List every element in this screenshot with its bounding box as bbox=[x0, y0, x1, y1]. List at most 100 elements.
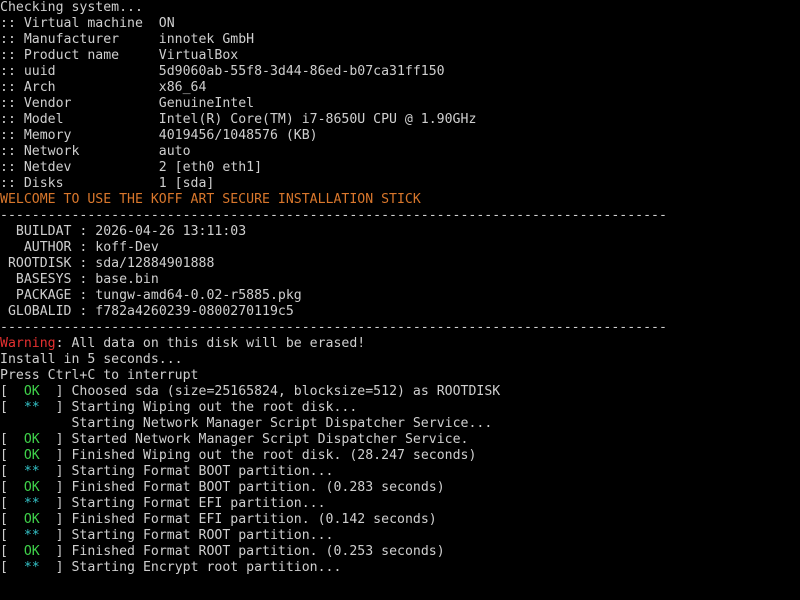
status-ok-badge: OK bbox=[15, 480, 48, 495]
build-info-separator: : bbox=[71, 304, 96, 319]
build-info-value: 2026-04-26 13:11:03 bbox=[95, 224, 247, 239]
system-info-row: :: uuid 5d9060ab-55f8-3d44-86ed-b07ca31f… bbox=[0, 64, 800, 80]
system-info-value: 2 [eth0 eth1] bbox=[158, 160, 263, 175]
warning-line: Warning: All data on this disk will be e… bbox=[0, 336, 800, 352]
log-line: [ OK ] Choosed sda (size=25165824, block… bbox=[0, 384, 800, 400]
system-info-value: 1 [sda] bbox=[158, 176, 215, 191]
build-info-value: base.bin bbox=[95, 272, 159, 287]
log-line: [ OK ] Started Network Manager Script Di… bbox=[0, 432, 800, 448]
log-text: Starting Network Manager Script Dispatch… bbox=[71, 416, 493, 431]
system-info-row: :: Vendor GenuineIntel bbox=[0, 96, 800, 112]
status-bracket-close: ] bbox=[47, 512, 72, 527]
status-bracket-close: ] bbox=[47, 480, 72, 495]
system-info-value: ON bbox=[158, 16, 175, 31]
status-bracket-close: ] bbox=[47, 464, 72, 479]
system-info-value: x86_64 bbox=[158, 80, 207, 95]
log-line: [ ** ] Starting Format EFI partition... bbox=[0, 496, 800, 512]
status-bracket-close: ] bbox=[47, 448, 72, 463]
welcome-banner: WELCOME TO USE THE KOFF ART SECURE INSTA… bbox=[0, 192, 421, 207]
build-info-separator: : bbox=[71, 288, 96, 303]
status-bracket-open: [ bbox=[0, 496, 16, 511]
log-line: [ ** ] Starting Format ROOT partition... bbox=[0, 528, 800, 544]
status-bracket-open: [ bbox=[0, 512, 16, 527]
system-info-key: :: Virtual machine bbox=[0, 16, 159, 31]
system-info-block: :: Virtual machine ON:: Manufacturer inn… bbox=[0, 16, 800, 192]
status-bracket-open: [ bbox=[0, 464, 16, 479]
log-text: Finished Format EFI partition. (0.142 se… bbox=[71, 512, 437, 527]
system-info-value: 4019456/1048576 (KB) bbox=[158, 128, 318, 143]
log-text: Starting Wiping out the root disk... bbox=[71, 400, 358, 415]
log-line: Starting Network Manager Script Dispatch… bbox=[0, 416, 800, 432]
status-bracket-close: ] bbox=[47, 400, 72, 415]
status-bracket-close: ] bbox=[47, 432, 72, 447]
system-info-row: :: Network auto bbox=[0, 144, 800, 160]
install-log: [ OK ] Choosed sda (size=25165824, block… bbox=[0, 384, 800, 576]
status-bracket-open: [ bbox=[0, 432, 16, 447]
system-info-row: :: Arch x86_64 bbox=[0, 80, 800, 96]
status-progress-badge: ** bbox=[15, 560, 48, 575]
build-info-separator: : bbox=[71, 240, 96, 255]
status-bracket-close: ] bbox=[47, 496, 72, 511]
system-info-row: :: Model Intel(R) Core(TM) i7-8650U CPU … bbox=[0, 112, 800, 128]
system-info-row: :: Product name VirtualBox bbox=[0, 48, 800, 64]
status-progress-badge: ** bbox=[15, 400, 48, 415]
status-bracket-open: [ bbox=[0, 480, 16, 495]
system-info-key: :: Network bbox=[0, 144, 159, 159]
system-info-value: Intel(R) Core(TM) i7-8650U CPU @ 1.90GHz bbox=[158, 112, 477, 127]
status-ok-badge: OK bbox=[15, 544, 48, 559]
build-info-separator: : bbox=[71, 256, 96, 271]
build-info-block: BUILDAT : 2026-04-26 13:11:03 AUTHOR : k… bbox=[0, 224, 800, 320]
log-text: Finished Format ROOT partition. (0.253 s… bbox=[71, 544, 445, 559]
log-line: [ OK ] Finished Wiping out the root disk… bbox=[0, 448, 800, 464]
log-text: Starting Encrypt root partition... bbox=[71, 560, 342, 575]
log-line: [ OK ] Finished Format ROOT partition. (… bbox=[0, 544, 800, 560]
status-ok-badge: OK bbox=[15, 512, 48, 527]
system-info-row: :: Disks 1 [sda] bbox=[0, 176, 800, 192]
build-info-row: PACKAGE : tungw-amd64-0.02-r5885.pkg bbox=[0, 288, 800, 304]
system-info-key: :: Manufacturer bbox=[0, 32, 159, 47]
system-info-row: :: Memory 4019456/1048576 (KB) bbox=[0, 128, 800, 144]
separator-top: ----------------------------------------… bbox=[0, 208, 667, 223]
warning-label: Warning bbox=[0, 336, 56, 351]
status-progress-badge: ** bbox=[15, 528, 48, 543]
log-line: [ ** ] Starting Encrypt root partition..… bbox=[0, 560, 800, 576]
build-info-value: f782a4260239-0800270119c5 bbox=[95, 304, 294, 319]
status-bracket-close: ] bbox=[47, 544, 72, 559]
log-text: Finished Wiping out the root disk. (28.2… bbox=[71, 448, 477, 463]
log-line: [ ** ] Starting Format BOOT partition... bbox=[0, 464, 800, 480]
build-info-value: tungw-amd64-0.02-r5885.pkg bbox=[95, 288, 302, 303]
build-info-row: AUTHOR : koff-Dev bbox=[0, 240, 800, 256]
build-info-row: GLOBALID : f782a4260239-0800270119c5 bbox=[0, 304, 800, 320]
system-info-row: :: Manufacturer innotek GmbH bbox=[0, 32, 800, 48]
build-info-value: sda/12884901888 bbox=[95, 256, 215, 271]
log-text: Starting Format EFI partition... bbox=[71, 496, 326, 511]
status-bracket-open: [ bbox=[0, 448, 16, 463]
status-bracket-close: ] bbox=[47, 528, 72, 543]
terminal-console[interactable]: Checking system... :: Virtual machine ON… bbox=[0, 0, 800, 600]
build-info-key: ROOTDISK bbox=[0, 256, 72, 271]
status-ok-badge: OK bbox=[15, 448, 48, 463]
system-info-key: :: Model bbox=[0, 112, 159, 127]
log-text: Started Network Manager Script Dispatche… bbox=[71, 432, 469, 447]
log-line: [ ** ] Starting Wiping out the root disk… bbox=[0, 400, 800, 416]
status-bracket-open: [ bbox=[0, 560, 16, 575]
interrupt-hint: Press Ctrl+C to interrupt bbox=[0, 368, 199, 383]
status-bracket-open: [ bbox=[0, 544, 16, 559]
system-info-value: GenuineIntel bbox=[158, 96, 255, 111]
separator-bottom: ----------------------------------------… bbox=[0, 320, 667, 335]
system-info-key: :: Netdev bbox=[0, 160, 159, 175]
log-text: Starting Format ROOT partition... bbox=[71, 528, 334, 543]
system-info-value: VirtualBox bbox=[158, 48, 239, 63]
system-info-value: auto bbox=[158, 144, 191, 159]
log-text: Choosed sda (size=25165824, blocksize=51… bbox=[71, 384, 501, 399]
build-info-key: AUTHOR bbox=[0, 240, 72, 255]
status-bracket-open: [ bbox=[0, 400, 16, 415]
status-bracket-close: ] bbox=[47, 560, 72, 575]
system-info-value: innotek GmbH bbox=[158, 32, 255, 47]
build-info-row: BUILDAT : 2026-04-26 13:11:03 bbox=[0, 224, 800, 240]
system-info-key: :: Product name bbox=[0, 48, 159, 63]
log-text: Finished Format BOOT partition. (0.283 s… bbox=[71, 480, 445, 495]
build-info-key: GLOBALID bbox=[0, 304, 72, 319]
build-info-row: ROOTDISK : sda/12884901888 bbox=[0, 256, 800, 272]
warning-text: : All data on this disk will be erased! bbox=[55, 336, 366, 351]
